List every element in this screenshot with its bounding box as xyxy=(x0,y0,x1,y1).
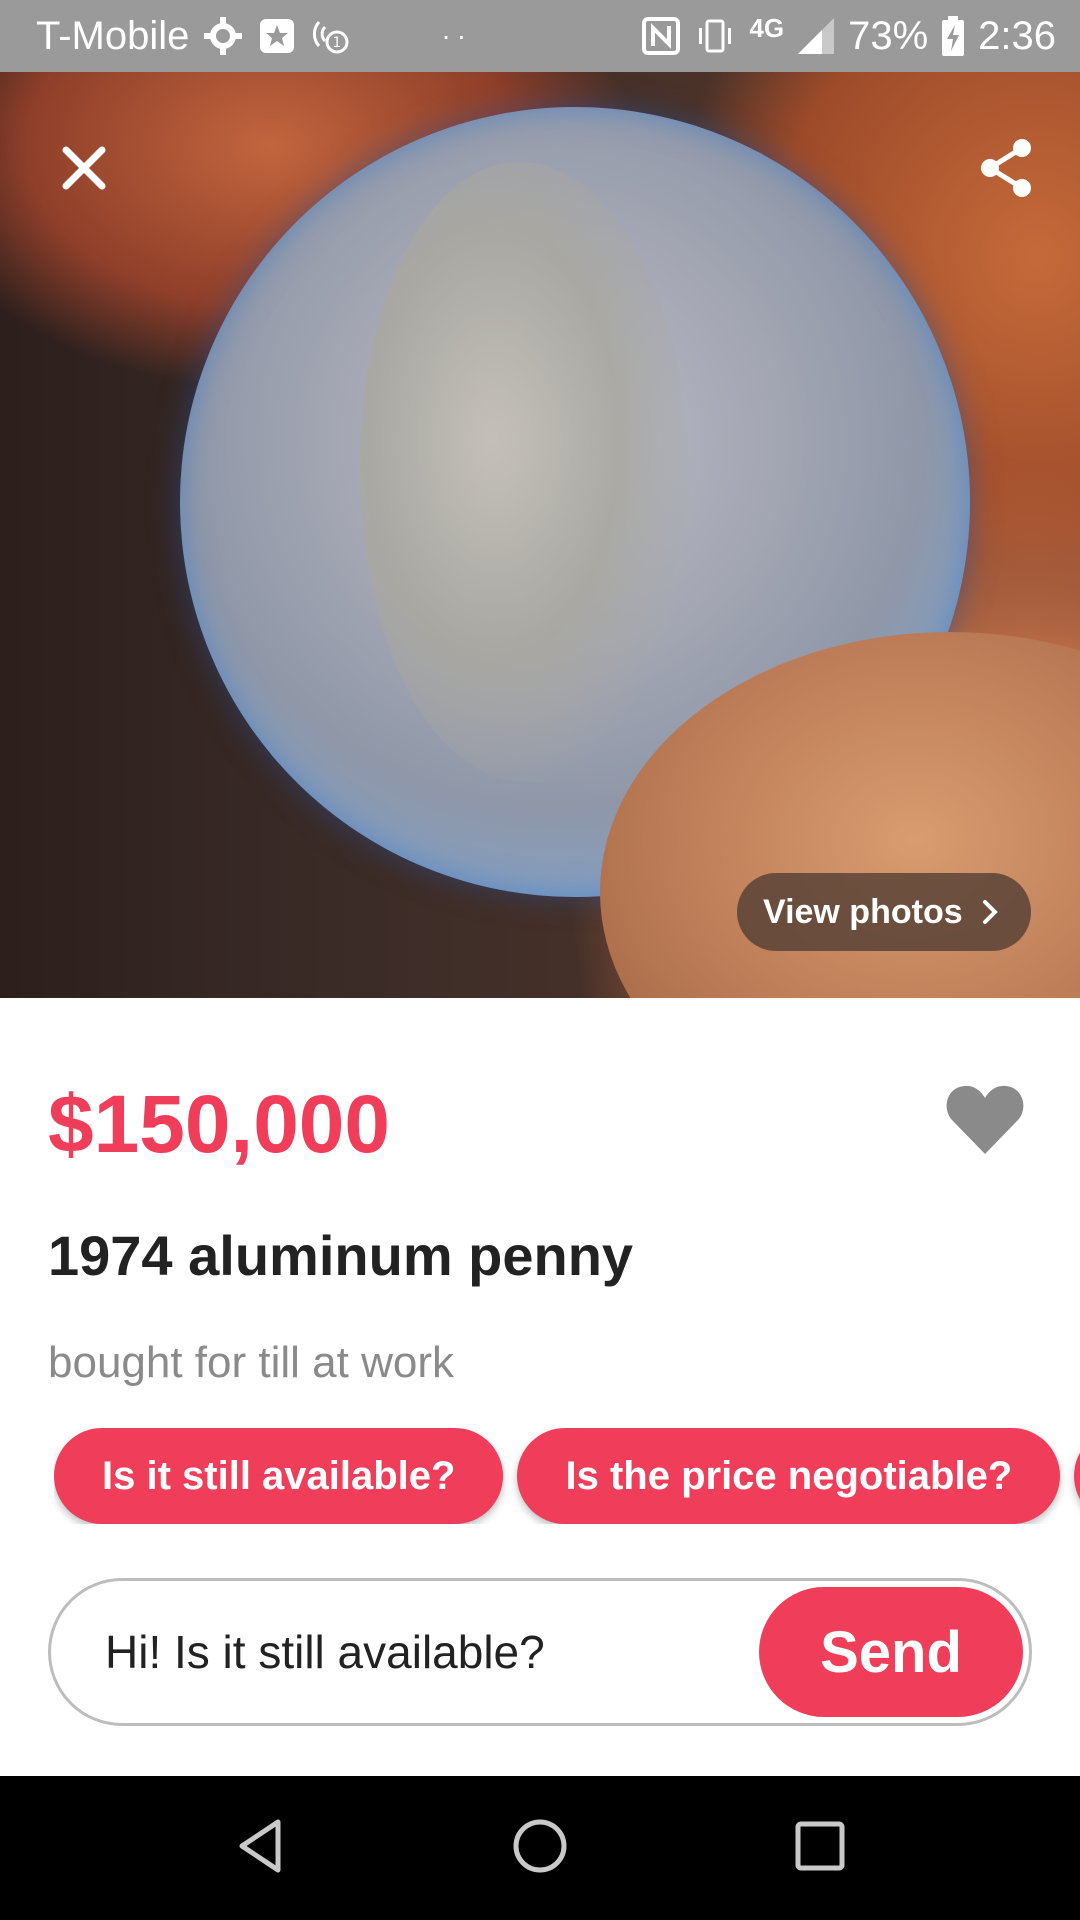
share-icon xyxy=(978,138,1034,203)
nfc-icon xyxy=(641,16,681,56)
view-photos-button[interactable]: View photos xyxy=(737,873,1031,951)
share-button[interactable] xyxy=(966,130,1046,210)
quick-reply-chip[interactable]: Is the price negotiable? xyxy=(517,1428,1061,1524)
back-icon xyxy=(230,1816,290,1881)
svg-text:1: 1 xyxy=(333,35,342,51)
settings-gear-icon xyxy=(203,16,243,56)
system-nav-bar xyxy=(0,1776,1080,1920)
status-left: T-Mobile 1 ·· xyxy=(36,14,472,59)
battery-percent: 73% xyxy=(848,13,929,58)
quick-reply-chip[interactable]: Is it still available? xyxy=(54,1428,504,1524)
app-badge-icon xyxy=(257,16,297,56)
close-button[interactable] xyxy=(44,130,124,210)
status-bar: T-Mobile 1 ·· 4G 73% 2:36 xyxy=(0,0,1080,72)
send-button[interactable]: Send xyxy=(759,1587,1023,1717)
carrier-label: T-Mobile xyxy=(36,13,190,58)
close-icon xyxy=(60,144,108,197)
clock: 2:36 xyxy=(978,13,1056,58)
listing-description: bought for till at work xyxy=(48,1338,454,1387)
vibrate-icon xyxy=(693,16,737,56)
network-type-label: 4G xyxy=(749,12,785,43)
home-icon xyxy=(510,1816,570,1881)
message-input[interactable] xyxy=(105,1581,745,1723)
back-button[interactable] xyxy=(215,1803,305,1893)
view-photos-label: View photos xyxy=(763,892,963,931)
recents-icon xyxy=(790,1816,850,1881)
quick-replies: Is it still available? Is the price negot… xyxy=(54,1428,1080,1524)
status-right: 4G 73% 2:36 xyxy=(641,12,1056,59)
recents-button[interactable] xyxy=(775,1803,865,1893)
battery-charging-icon xyxy=(940,15,966,57)
hotspot-icon: 1 xyxy=(311,16,357,56)
heart-icon xyxy=(944,1085,1026,1160)
chevron-right-icon xyxy=(981,898,999,926)
message-composer: Send xyxy=(48,1578,1032,1726)
listing-title: 1974 aluminum penny xyxy=(48,1224,634,1287)
favorite-button[interactable] xyxy=(944,1082,1026,1156)
signal-icon xyxy=(796,16,836,56)
more-notifications: ·· xyxy=(441,20,473,51)
quick-reply-chip[interactable]: W xyxy=(1074,1428,1080,1524)
home-button[interactable] xyxy=(495,1803,585,1893)
listing-photo[interactable] xyxy=(0,72,1080,998)
price-label: $150,000 xyxy=(48,1079,391,1170)
